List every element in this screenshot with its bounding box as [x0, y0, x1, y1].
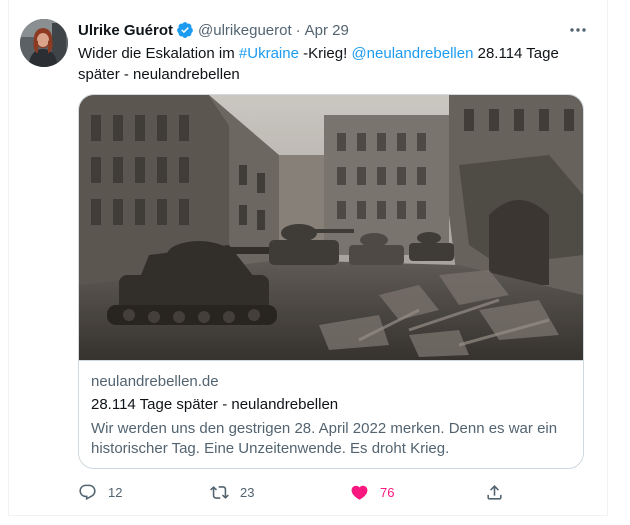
avatar-image	[20, 19, 68, 67]
retweet-count: 23	[240, 484, 255, 500]
author-handle[interactable]: @ulrikeguerot	[198, 22, 292, 39]
tweet-header: Ulrike Guérot @ulrikeguerot · Apr 29	[78, 20, 349, 40]
heart-filled-icon	[351, 485, 368, 500]
share-icon	[487, 484, 502, 500]
mention-link[interactable]: @neulandrebellen	[351, 45, 473, 62]
reply-count: 12	[108, 484, 123, 500]
author-name[interactable]: Ulrike Guérot	[78, 22, 173, 39]
share-button[interactable]	[485, 480, 504, 504]
card-domain: neulandrebellen.de	[91, 373, 219, 390]
avatar[interactable]	[20, 19, 68, 67]
card-title: 28.114 Tage später - neulandrebellen	[91, 396, 339, 413]
tweet-actions: 12 23 76	[78, 480, 508, 504]
link-card[interactable]: neulandrebellen.de 28.114 Tage später - …	[78, 94, 584, 469]
tweet-text-part-1: Wider die Eskalation im	[78, 45, 239, 62]
card-body: neulandrebellen.de 28.114 Tage später - …	[79, 360, 583, 468]
more-dots-icon	[570, 28, 586, 32]
reply-button[interactable]: 12	[78, 480, 122, 504]
like-count: 76	[380, 484, 395, 500]
retweet-icon	[210, 485, 229, 499]
card-description: Wir werden uns den gestrigen 28. April 2…	[91, 420, 558, 457]
header-separator: ·	[295, 21, 301, 39]
tweet-text-part-2: -Krieg!	[298, 45, 352, 62]
card-image	[79, 95, 583, 360]
tweet-text: Wider die Eskalation im #Ukraine -Krieg!…	[78, 43, 578, 85]
retweet-button[interactable]: 23	[210, 480, 254, 504]
verified-badge-icon	[177, 22, 193, 38]
tweet-date[interactable]: Apr 29	[305, 22, 349, 39]
like-button[interactable]: 76	[350, 480, 394, 504]
more-options-button[interactable]	[566, 18, 590, 42]
hashtag-link[interactable]: #Ukraine	[239, 45, 299, 62]
reply-icon	[79, 484, 96, 500]
